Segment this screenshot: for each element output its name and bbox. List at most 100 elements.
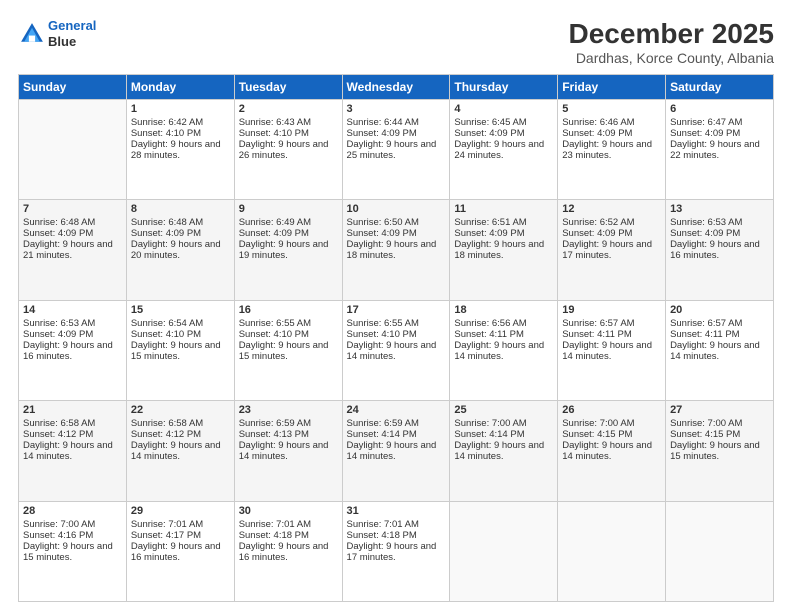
- calendar-table: SundayMondayTuesdayWednesdayThursdayFrid…: [18, 74, 774, 602]
- sunset-text: Sunset: 4:10 PM: [347, 329, 417, 340]
- sunset-text: Sunset: 4:14 PM: [454, 429, 524, 440]
- daylight-text: Daylight: 9 hours and 14 minutes.: [454, 340, 544, 362]
- daylight-text: Daylight: 9 hours and 20 minutes.: [131, 239, 221, 261]
- day-number: 11: [454, 203, 553, 215]
- calendar-cell: 14 Sunrise: 6:53 AM Sunset: 4:09 PM Dayl…: [19, 300, 127, 400]
- calendar-cell: 30 Sunrise: 7:01 AM Sunset: 4:18 PM Dayl…: [234, 501, 342, 601]
- sunrise-text: Sunrise: 6:48 AM: [131, 217, 203, 228]
- sunrise-text: Sunrise: 6:49 AM: [239, 217, 311, 228]
- sunset-text: Sunset: 4:09 PM: [562, 128, 632, 139]
- daylight-text: Daylight: 9 hours and 16 minutes.: [131, 541, 221, 563]
- sunset-text: Sunset: 4:10 PM: [131, 329, 201, 340]
- day-number: 5: [562, 103, 661, 115]
- title-block: December 2025 Dardhas, Korce County, Alb…: [569, 18, 774, 66]
- day-number: 31: [347, 505, 446, 517]
- sunrise-text: Sunrise: 6:58 AM: [131, 418, 203, 429]
- daylight-text: Daylight: 9 hours and 17 minutes.: [347, 541, 437, 563]
- sunset-text: Sunset: 4:11 PM: [454, 329, 524, 340]
- sunrise-text: Sunrise: 6:48 AM: [23, 217, 95, 228]
- daylight-text: Daylight: 9 hours and 19 minutes.: [239, 239, 329, 261]
- daylight-text: Daylight: 9 hours and 18 minutes.: [347, 239, 437, 261]
- calendar-cell: 20 Sunrise: 6:57 AM Sunset: 4:11 PM Dayl…: [666, 300, 774, 400]
- calendar-header-row: SundayMondayTuesdayWednesdayThursdayFrid…: [19, 75, 774, 100]
- daylight-text: Daylight: 9 hours and 28 minutes.: [131, 139, 221, 161]
- sunset-text: Sunset: 4:18 PM: [239, 530, 309, 541]
- daylight-text: Daylight: 9 hours and 14 minutes.: [239, 440, 329, 462]
- sunset-text: Sunset: 4:09 PM: [454, 228, 524, 239]
- calendar-cell: 24 Sunrise: 6:59 AM Sunset: 4:14 PM Dayl…: [342, 401, 450, 501]
- calendar-cell: [450, 501, 558, 601]
- day-number: 16: [239, 304, 338, 316]
- day-number: 20: [670, 304, 769, 316]
- calendar-cell: 12 Sunrise: 6:52 AM Sunset: 4:09 PM Dayl…: [558, 200, 666, 300]
- calendar-cell: 8 Sunrise: 6:48 AM Sunset: 4:09 PM Dayli…: [126, 200, 234, 300]
- day-number: 12: [562, 203, 661, 215]
- sunrise-text: Sunrise: 6:55 AM: [347, 318, 419, 329]
- sunrise-text: Sunrise: 6:54 AM: [131, 318, 203, 329]
- sub-title: Dardhas, Korce County, Albania: [569, 50, 774, 66]
- daylight-text: Daylight: 9 hours and 14 minutes.: [670, 340, 760, 362]
- sunset-text: Sunset: 4:10 PM: [131, 128, 201, 139]
- daylight-text: Daylight: 9 hours and 15 minutes.: [131, 340, 221, 362]
- day-number: 15: [131, 304, 230, 316]
- sunrise-text: Sunrise: 6:51 AM: [454, 217, 526, 228]
- calendar-cell: [666, 501, 774, 601]
- sunset-text: Sunset: 4:09 PM: [347, 128, 417, 139]
- day-number: 26: [562, 404, 661, 416]
- calendar-cell: 9 Sunrise: 6:49 AM Sunset: 4:09 PM Dayli…: [234, 200, 342, 300]
- sunset-text: Sunset: 4:12 PM: [131, 429, 201, 440]
- sunrise-text: Sunrise: 7:00 AM: [454, 418, 526, 429]
- calendar-cell: 17 Sunrise: 6:55 AM Sunset: 4:10 PM Dayl…: [342, 300, 450, 400]
- sunset-text: Sunset: 4:14 PM: [347, 429, 417, 440]
- sunset-text: Sunset: 4:13 PM: [239, 429, 309, 440]
- daylight-text: Daylight: 9 hours and 25 minutes.: [347, 139, 437, 161]
- sunset-text: Sunset: 4:09 PM: [454, 128, 524, 139]
- sunrise-text: Sunrise: 7:01 AM: [347, 519, 419, 530]
- day-number: 14: [23, 304, 122, 316]
- calendar-week-row: 28 Sunrise: 7:00 AM Sunset: 4:16 PM Dayl…: [19, 501, 774, 601]
- daylight-text: Daylight: 9 hours and 16 minutes.: [23, 340, 113, 362]
- logo-line2: Blue: [48, 34, 96, 50]
- sunrise-text: Sunrise: 6:52 AM: [562, 217, 634, 228]
- col-header-tuesday: Tuesday: [234, 75, 342, 100]
- sunset-text: Sunset: 4:09 PM: [23, 228, 93, 239]
- calendar-cell: 28 Sunrise: 7:00 AM Sunset: 4:16 PM Dayl…: [19, 501, 127, 601]
- col-header-monday: Monday: [126, 75, 234, 100]
- sunset-text: Sunset: 4:09 PM: [239, 228, 309, 239]
- main-title: December 2025: [569, 18, 774, 50]
- sunrise-text: Sunrise: 7:00 AM: [23, 519, 95, 530]
- logo: General Blue: [18, 18, 96, 49]
- col-header-thursday: Thursday: [450, 75, 558, 100]
- calendar-cell: 23 Sunrise: 6:59 AM Sunset: 4:13 PM Dayl…: [234, 401, 342, 501]
- day-number: 2: [239, 103, 338, 115]
- daylight-text: Daylight: 9 hours and 17 minutes.: [562, 239, 652, 261]
- day-number: 3: [347, 103, 446, 115]
- day-number: 7: [23, 203, 122, 215]
- sunrise-text: Sunrise: 6:47 AM: [670, 117, 742, 128]
- daylight-text: Daylight: 9 hours and 14 minutes.: [562, 340, 652, 362]
- sunset-text: Sunset: 4:09 PM: [347, 228, 417, 239]
- daylight-text: Daylight: 9 hours and 14 minutes.: [23, 440, 113, 462]
- daylight-text: Daylight: 9 hours and 26 minutes.: [239, 139, 329, 161]
- page: General Blue December 2025 Dardhas, Korc…: [0, 0, 792, 612]
- daylight-text: Daylight: 9 hours and 15 minutes.: [23, 541, 113, 563]
- sunset-text: Sunset: 4:11 PM: [562, 329, 632, 340]
- daylight-text: Daylight: 9 hours and 22 minutes.: [670, 139, 760, 161]
- sunset-text: Sunset: 4:18 PM: [347, 530, 417, 541]
- calendar-week-row: 7 Sunrise: 6:48 AM Sunset: 4:09 PM Dayli…: [19, 200, 774, 300]
- sunrise-text: Sunrise: 6:56 AM: [454, 318, 526, 329]
- sunrise-text: Sunrise: 6:53 AM: [670, 217, 742, 228]
- sunset-text: Sunset: 4:09 PM: [23, 329, 93, 340]
- sunset-text: Sunset: 4:15 PM: [562, 429, 632, 440]
- daylight-text: Daylight: 9 hours and 21 minutes.: [23, 239, 113, 261]
- sunrise-text: Sunrise: 6:57 AM: [562, 318, 634, 329]
- sunrise-text: Sunrise: 6:58 AM: [23, 418, 95, 429]
- calendar-week-row: 21 Sunrise: 6:58 AM Sunset: 4:12 PM Dayl…: [19, 401, 774, 501]
- sunrise-text: Sunrise: 6:59 AM: [347, 418, 419, 429]
- sunrise-text: Sunrise: 7:01 AM: [239, 519, 311, 530]
- day-number: 6: [670, 103, 769, 115]
- calendar-cell: 18 Sunrise: 6:56 AM Sunset: 4:11 PM Dayl…: [450, 300, 558, 400]
- day-number: 30: [239, 505, 338, 517]
- daylight-text: Daylight: 9 hours and 16 minutes.: [239, 541, 329, 563]
- daylight-text: Daylight: 9 hours and 24 minutes.: [454, 139, 544, 161]
